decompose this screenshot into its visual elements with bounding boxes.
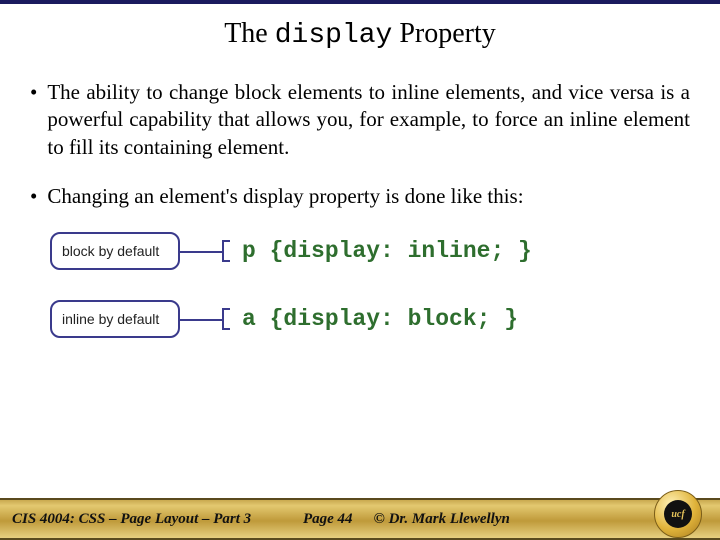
- example-row: inline by default a {display: block; }: [50, 300, 690, 338]
- title-post: Property: [392, 18, 495, 49]
- example-code: p {display: inline; }: [242, 238, 532, 264]
- bullet-item: • Changing an element's display property…: [30, 183, 690, 210]
- footer: CIS 4004: CSS – Page Layout – Part 3 Pag…: [0, 498, 720, 540]
- title-pre: The: [224, 18, 275, 49]
- top-border: [0, 0, 720, 4]
- footer-page: Page 44: [303, 511, 353, 528]
- example-row: block by default p {display: inline; }: [50, 232, 690, 270]
- bullet-text: Changing an element's display property i…: [47, 183, 690, 210]
- examples: block by default p {display: inline; } i…: [50, 232, 690, 338]
- seal-text: ucf: [664, 500, 692, 528]
- footer-author: © Dr. Mark Llewellyn: [374, 511, 510, 528]
- example-code: a {display: block; }: [242, 306, 518, 332]
- example-label: inline by default: [62, 311, 159, 327]
- slide-content: • The ability to change block elements t…: [0, 79, 720, 338]
- connector-icon: [180, 240, 230, 262]
- bullet-dot: •: [30, 183, 37, 210]
- footer-course: CIS 4004: CSS – Page Layout – Part 3: [8, 511, 251, 528]
- example-label-box: inline by default: [50, 300, 180, 338]
- example-label: block by default: [62, 243, 159, 259]
- footer-content: CIS 4004: CSS – Page Layout – Part 3 Pag…: [0, 511, 720, 528]
- connector-icon: [180, 308, 230, 330]
- bullet-dot: •: [30, 79, 37, 161]
- ucf-seal-icon: ucf: [654, 490, 702, 538]
- bullet-text: The ability to change block elements to …: [47, 79, 690, 161]
- bullet-item: • The ability to change block elements t…: [30, 79, 690, 161]
- example-label-box: block by default: [50, 232, 180, 270]
- slide-title: The display Property: [0, 18, 720, 51]
- title-code: display: [275, 20, 393, 51]
